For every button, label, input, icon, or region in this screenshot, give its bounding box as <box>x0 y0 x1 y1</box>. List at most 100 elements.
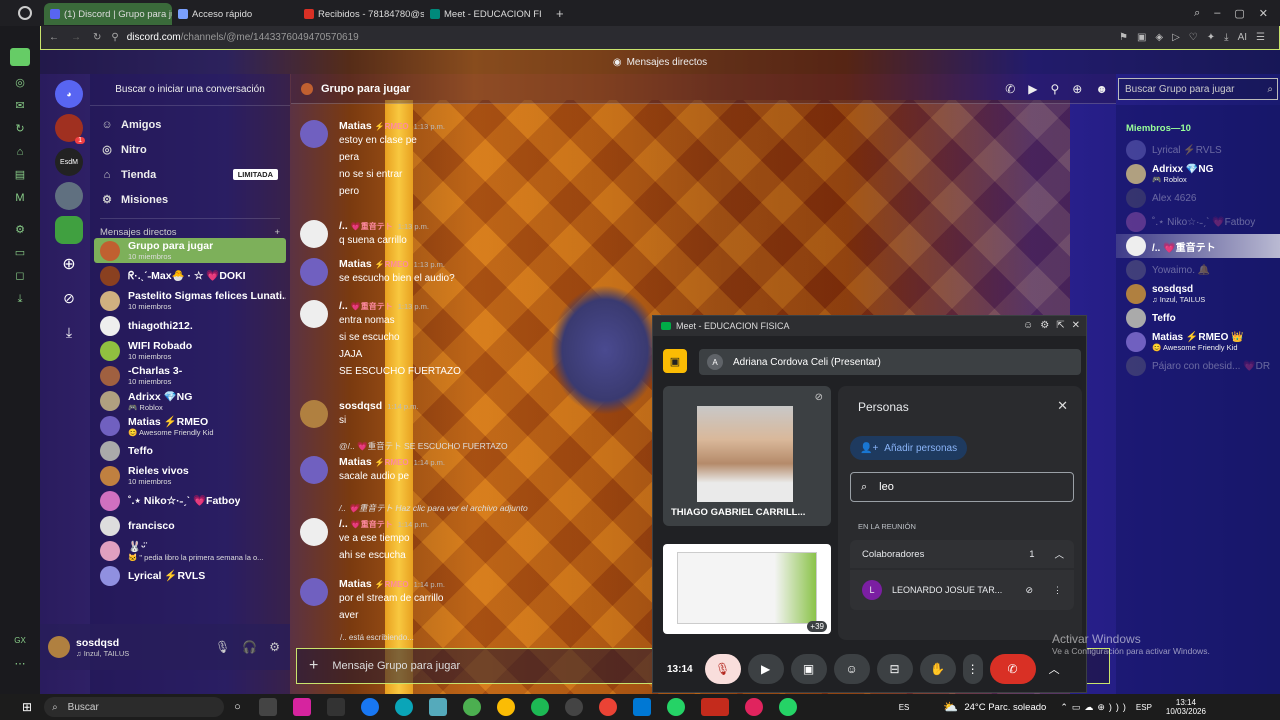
dm-item[interactable]: thiagothi212. <box>94 313 286 338</box>
captions-button[interactable]: ⊟ <box>876 654 913 684</box>
discord-home-icon[interactable]: ◕ <box>55 80 83 108</box>
dm-item[interactable]: francisco <box>94 513 286 538</box>
outlook-icon[interactable] <box>632 698 651 716</box>
message-author[interactable]: Matias ⚡RMEO 1:14 p.m. <box>339 456 445 468</box>
people-search-input[interactable]: ⌕ leo <box>850 472 1074 502</box>
member-item[interactable]: Adrixx 💎NG 🎮 Roblox <box>1116 162 1280 186</box>
message-author[interactable]: sosdqsd 1:14 p.m. <box>339 400 418 412</box>
discover-icon[interactable]: ⊘ <box>55 284 83 312</box>
member-item[interactable]: Matias ⚡RMEO 👑 😊 Awesome Friendly Kid <box>1116 330 1280 354</box>
browser-tab[interactable]: Acceso rápido <box>172 3 298 25</box>
more-options-icon[interactable]: ⋮ <box>1053 585 1062 596</box>
dm-item[interactable]: Grupo para jugar 10 miembros <box>94 238 286 263</box>
opera-gx-icon[interactable] <box>744 698 763 716</box>
message-author[interactable]: Matias ⚡RMEO 1:13 p.m. <box>339 120 445 132</box>
dm-item[interactable]: ˚.⋆ Niko☆·˗ˏˋ 💗Fatboy <box>94 488 286 513</box>
message-author[interactable]: Matias ⚡RMEO 1:13 p.m. <box>339 258 445 270</box>
dm-item[interactable]: Lyrical ⚡RVLS <box>94 563 286 588</box>
store-icon[interactable] <box>326 698 345 716</box>
app-icon[interactable] <box>428 698 447 716</box>
add-server-icon[interactable]: ⊕ <box>55 250 83 278</box>
more-icon[interactable]: ⋯ <box>14 658 26 670</box>
channel-search-input[interactable]: Buscar Grupo para jugar ⌕ <box>1118 78 1278 100</box>
new-tab-button[interactable]: + <box>556 6 564 21</box>
whatsapp-icon[interactable] <box>666 698 685 716</box>
downloads-icon[interactable]: ⤓ <box>14 293 26 305</box>
notes-icon[interactable]: ▤ <box>14 169 26 181</box>
screenshot-icon[interactable]: ▣ <box>1137 32 1146 43</box>
facebook-icon[interactable] <box>360 698 379 716</box>
chrome-icon[interactable] <box>462 698 481 716</box>
author-avatar[interactable] <box>300 578 328 606</box>
dm-item[interactable]: Adrixx 💎NG 🎮 Roblox <box>94 388 286 413</box>
participant-row[interactable]: L LEONARDO JOSUE TAR... ⊘ ⋮ <box>850 570 1074 610</box>
download-icon[interactable]: ⤓ <box>1224 32 1228 43</box>
browser-tab[interactable]: Meet - EDUCACION FI <box>424 3 550 25</box>
author-avatar[interactable] <box>300 300 328 328</box>
chrome-icon[interactable] <box>496 698 515 716</box>
bookmark-icon[interactable]: ♡ <box>1189 32 1198 43</box>
emoji-icon[interactable]: ☺ <box>1023 320 1033 331</box>
start-icon[interactable]: ⊞ <box>22 700 32 714</box>
user-avatar[interactable] <box>48 636 70 658</box>
message-author[interactable]: Matias ⚡RMEO 1:14 p.m. <box>339 578 445 590</box>
keyboard-layout[interactable]: ESP <box>1136 703 1152 712</box>
gear-icon[interactable]: ⚙ <box>269 640 280 654</box>
reactions-button[interactable]: ☺ <box>833 654 870 684</box>
ai-icon[interactable]: AI <box>1238 32 1247 43</box>
browser-logo-icon[interactable] <box>18 6 32 20</box>
dm-item[interactable]: -Charlas 3- 10 miembros <box>94 363 286 388</box>
present-button[interactable]: ▣ <box>790 654 827 684</box>
participant-tile[interactable]: ⊘ THIAGO GABRIEL CARRILL... <box>663 386 831 526</box>
popout-icon[interactable]: ⇱ <box>1056 320 1064 331</box>
shield-icon[interactable]: ◈ <box>1155 32 1163 43</box>
download-apps-icon[interactable]: ⤓ <box>55 318 83 346</box>
meet-settings-icon[interactable]: ⚙ <box>1040 320 1049 331</box>
members-icon[interactable]: ☻ <box>1095 82 1108 96</box>
search-conversation-button[interactable]: Buscar o iniciar una conversación <box>90 74 290 106</box>
member-item[interactable]: Lyrical ⚡RVLS <box>1116 138 1280 162</box>
mic-toggle-button[interactable]: 🎙 <box>704 654 741 684</box>
browser-tab[interactable]: (1) Discord | Grupo para ju <box>44 3 172 25</box>
add-friends-icon[interactable]: ⊕ <box>1072 82 1082 96</box>
dm-item[interactable]: WIFI Robado 10 miembros <box>94 338 286 363</box>
video-icon[interactable]: ▶ <box>1028 82 1037 96</box>
dm-item[interactable]: ᖇ·.ˎˊ˗Max🐣 · ☆ 💗DOKI <box>94 263 286 288</box>
browser-tab[interactable]: Recibidos - 78184780@s <box>298 3 424 25</box>
author-avatar[interactable] <box>300 400 328 428</box>
nav-item-tienda[interactable]: ⌂ Tienda LIMITADA <box>90 162 290 187</box>
message-author[interactable]: /.. 💗重音テト 1:13 p.m. <box>339 300 429 312</box>
add-people-button[interactable]: 👤+ Añadir personas <box>850 436 968 460</box>
widgets-icon[interactable] <box>258 698 277 716</box>
tray-icons[interactable]: ⌃▭☁⊕))) <box>1060 702 1130 713</box>
message-author[interactable]: /.. 💗重音テト 1:13 p.m. <box>339 220 429 232</box>
reply-preview[interactable]: @/.. 💗重音テト SE ESCUCHO FUERTAZO <box>339 440 508 452</box>
reply-preview[interactable]: /.. 💗重音テト Haz clic para ver el archivo a… <box>339 502 528 514</box>
spotify-icon[interactable] <box>530 698 549 716</box>
close-people-icon[interactable]: ✕ <box>1057 398 1068 414</box>
more-button[interactable]: ⋮ <box>962 654 983 684</box>
site-info-icon[interactable]: ⚲ <box>111 32 118 43</box>
author-avatar[interactable] <box>300 120 328 148</box>
author-avatar[interactable] <box>300 220 328 248</box>
server-avatar[interactable] <box>55 182 83 210</box>
gx-icon[interactable]: GX <box>14 635 26 647</box>
instagram-app-icon[interactable] <box>292 698 311 716</box>
call-icon[interactable]: ✆ <box>1005 82 1015 96</box>
twitch-icon[interactable]: ▭ <box>14 247 26 259</box>
leave-call-button[interactable]: ✆ <box>989 654 1036 684</box>
weather-text[interactable]: 24°C Parc. soleado <box>964 702 1046 713</box>
presentation-tile[interactable]: +39 <box>663 544 831 634</box>
active-app-icon[interactable] <box>700 698 729 716</box>
server-esdm[interactable]: EsdM <box>55 148 83 176</box>
instagram-icon[interactable]: ◻ <box>14 270 26 282</box>
whatsapp-icon[interactable] <box>778 698 797 716</box>
reload-icon[interactable]: ↻ <box>93 32 101 43</box>
dm-item[interactable]: Matias ⚡RMEO 😊 Awesome Friendly Kid <box>94 413 286 438</box>
dm-item[interactable]: 🐰ᵕ̈ 🐱 " pedia libro la primera semana la … <box>94 538 286 563</box>
nav-item-amigos[interactable]: ☺ Amigos <box>90 112 290 137</box>
settings-icon[interactable]: ⚙ <box>14 224 26 236</box>
message-author[interactable]: /.. 💗重音テト 1:14 p.m. <box>339 518 429 530</box>
close-pip-icon[interactable]: ✕ <box>1072 320 1080 331</box>
chatgpt-icon[interactable] <box>564 698 583 716</box>
